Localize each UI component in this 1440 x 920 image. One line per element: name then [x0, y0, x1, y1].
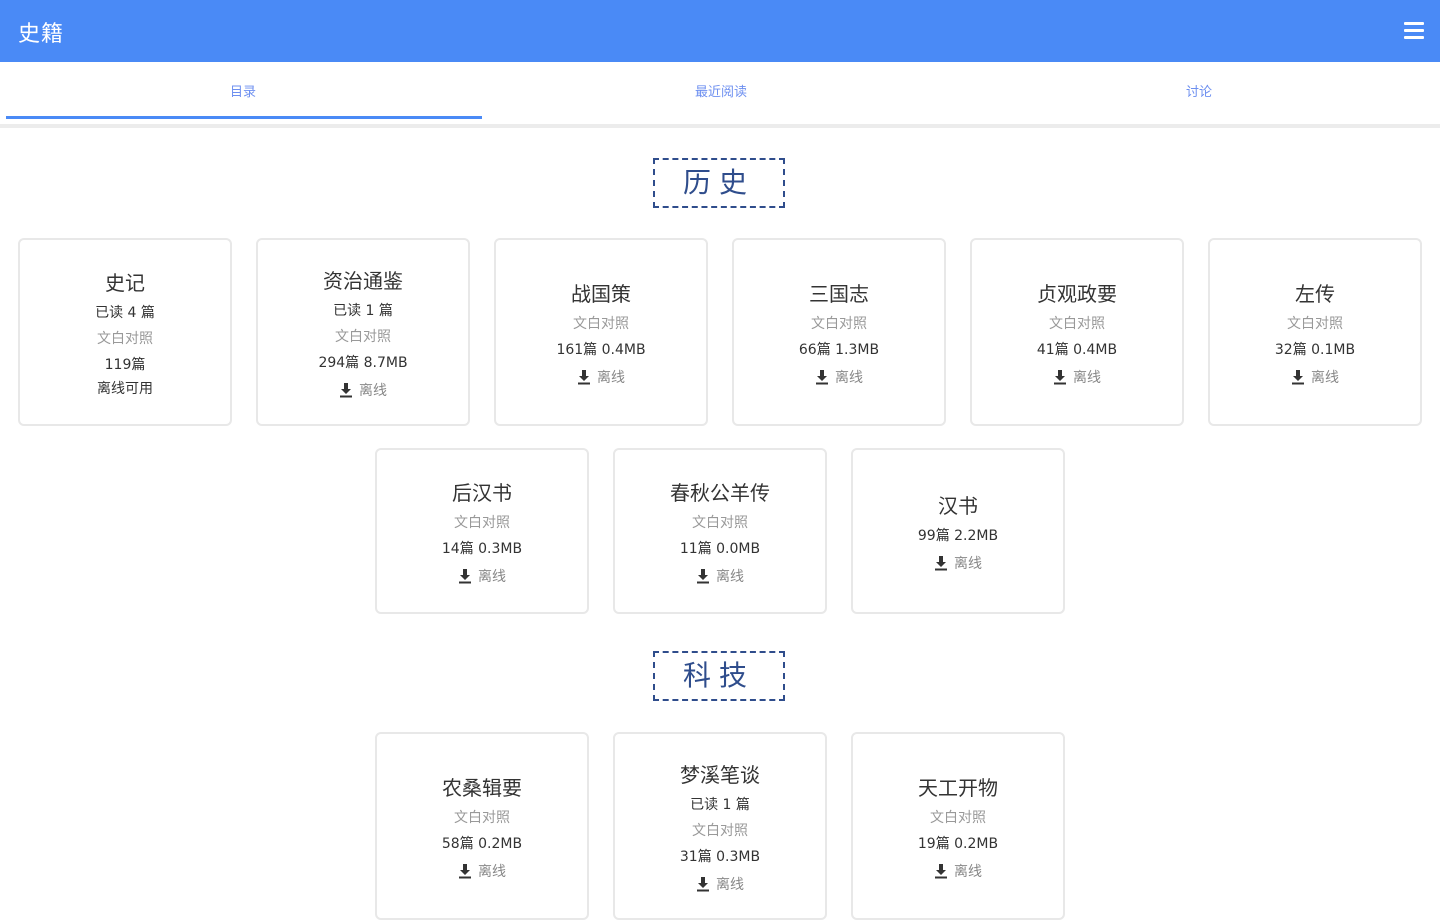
book-title: 左传 [1295, 281, 1335, 306]
download-button[interactable]: 离线 [1291, 367, 1339, 387]
book-title: 后汉书 [452, 480, 512, 505]
book-stats: 11篇 0.0MB [679, 540, 761, 557]
book-title: 贞观政要 [1037, 281, 1117, 306]
book-stats: 19篇 0.2MB [917, 835, 999, 852]
download-icon [459, 568, 471, 583]
download-label: 离线 [835, 369, 863, 386]
section-heading-history: 历史 [653, 158, 785, 208]
book-note: 文白对照 [692, 822, 748, 839]
app-bar: 史籍 [0, 0, 1440, 62]
book-note: 文白对照 [1287, 315, 1343, 332]
book-stats: 66篇 1.3MB [798, 341, 880, 358]
book-stats: 31篇 0.3MB [679, 848, 761, 865]
download-button[interactable]: 离线 [339, 380, 387, 400]
read-count: 已读 1 篇 [690, 796, 750, 813]
download-icon [1292, 369, 1304, 384]
download-label: 离线 [478, 863, 506, 880]
book-title: 梦溪笔谈 [680, 762, 760, 787]
book-card-tiangongkaiwu[interactable]: 天工开物 文白对照 19篇 0.2MB 离线 [851, 732, 1065, 920]
book-note: 文白对照 [454, 514, 510, 531]
book-title: 战国策 [571, 281, 631, 306]
book-card-sanguozhi[interactable]: 三国志 文白对照 66篇 1.3MB 离线 [732, 238, 946, 426]
download-icon [697, 568, 709, 583]
book-card-zuozhuan[interactable]: 左传 文白对照 32篇 0.1MB 离线 [1208, 238, 1422, 426]
book-card-chunqiugongyangzhuan[interactable]: 春秋公羊传 文白对照 11篇 0.0MB 离线 [613, 448, 827, 614]
download-button[interactable]: 离线 [696, 874, 744, 894]
tab-indicator [6, 116, 482, 119]
download-button[interactable]: 离线 [1053, 367, 1101, 387]
download-label: 离线 [1073, 369, 1101, 386]
book-title: 春秋公羊传 [670, 480, 770, 505]
download-icon [578, 369, 590, 384]
download-button[interactable]: 离线 [696, 566, 744, 586]
book-card-zizhitongjian[interactable]: 资治通鉴 已读 1 篇 文白对照 294篇 8.7MB 离线 [256, 238, 470, 426]
download-icon [935, 555, 947, 570]
book-note: 文白对照 [335, 328, 391, 345]
download-icon [1054, 369, 1066, 384]
book-note: 文白对照 [930, 809, 986, 826]
book-card-nongsangjiyao[interactable]: 农桑辑要 文白对照 58篇 0.2MB 离线 [375, 732, 589, 920]
download-label: 离线 [597, 369, 625, 386]
download-icon [697, 876, 709, 891]
book-stats: 58篇 0.2MB [441, 835, 523, 852]
download-icon [340, 382, 352, 397]
offline-status: 离线可用 [97, 380, 153, 397]
book-note: 文白对照 [97, 330, 153, 347]
tab-discussion[interactable]: 讨论 [960, 62, 1438, 122]
book-note: 文白对照 [454, 809, 510, 826]
download-button[interactable]: 离线 [934, 861, 982, 881]
book-card-hanshu[interactable]: 汉书 99篇 2.2MB 离线 [851, 448, 1065, 614]
download-icon [459, 863, 471, 878]
tab-recent[interactable]: 最近阅读 [482, 62, 960, 122]
book-note: 文白对照 [573, 315, 629, 332]
book-card-houhanshu[interactable]: 后汉书 文白对照 14篇 0.3MB 离线 [375, 448, 589, 614]
book-stats: 294篇 8.7MB [318, 354, 408, 371]
book-stats: 14篇 0.3MB [441, 540, 523, 557]
download-label: 离线 [478, 568, 506, 585]
book-stats: 41篇 0.4MB [1036, 341, 1118, 358]
book-stats: 161篇 0.4MB [556, 341, 646, 358]
book-card-mengxibitan[interactable]: 梦溪笔谈 已读 1 篇 文白对照 31篇 0.3MB 离线 [613, 732, 827, 920]
download-label: 离线 [954, 555, 982, 572]
read-count: 已读 1 篇 [333, 302, 393, 319]
book-title: 农桑辑要 [442, 775, 522, 800]
download-label: 离线 [359, 382, 387, 399]
book-title: 天工开物 [918, 775, 998, 800]
book-note: 文白对照 [692, 514, 748, 531]
section-heading-tech: 科技 [653, 651, 785, 701]
book-card-zhenguanzhengyao[interactable]: 贞观政要 文白对照 41篇 0.4MB 离线 [970, 238, 1184, 426]
tab-bar: 目录 最近阅读 讨论 [0, 62, 1440, 128]
download-button[interactable]: 离线 [577, 367, 625, 387]
download-icon [935, 863, 947, 878]
tab-catalog[interactable]: 目录 [4, 62, 482, 122]
download-label: 离线 [716, 568, 744, 585]
book-title: 资治通鉴 [323, 268, 403, 293]
read-count: 已读 4 篇 [95, 304, 155, 321]
book-note: 文白对照 [1049, 315, 1105, 332]
download-label: 离线 [1311, 369, 1339, 386]
book-title: 三国志 [809, 281, 869, 306]
book-card-shiji[interactable]: 史记 已读 4 篇 文白对照 119篇 离线可用 [18, 238, 232, 426]
book-title: 史记 [105, 270, 145, 295]
app-title: 史籍 [18, 22, 65, 47]
download-icon [816, 369, 828, 384]
download-button[interactable]: 离线 [458, 566, 506, 586]
download-button[interactable]: 离线 [458, 861, 506, 881]
book-stats: 99篇 2.2MB [917, 527, 999, 544]
book-stats: 32篇 0.1MB [1274, 341, 1356, 358]
menu-icon[interactable] [1404, 22, 1424, 40]
download-label: 离线 [954, 863, 982, 880]
book-stats: 119篇 [104, 356, 146, 373]
download-label: 离线 [716, 876, 744, 893]
book-note: 文白对照 [811, 315, 867, 332]
download-button[interactable]: 离线 [815, 367, 863, 387]
book-title: 汉书 [938, 493, 978, 518]
book-card-zhanguoce[interactable]: 战国策 文白对照 161篇 0.4MB 离线 [494, 238, 708, 426]
download-button[interactable]: 离线 [934, 553, 982, 573]
